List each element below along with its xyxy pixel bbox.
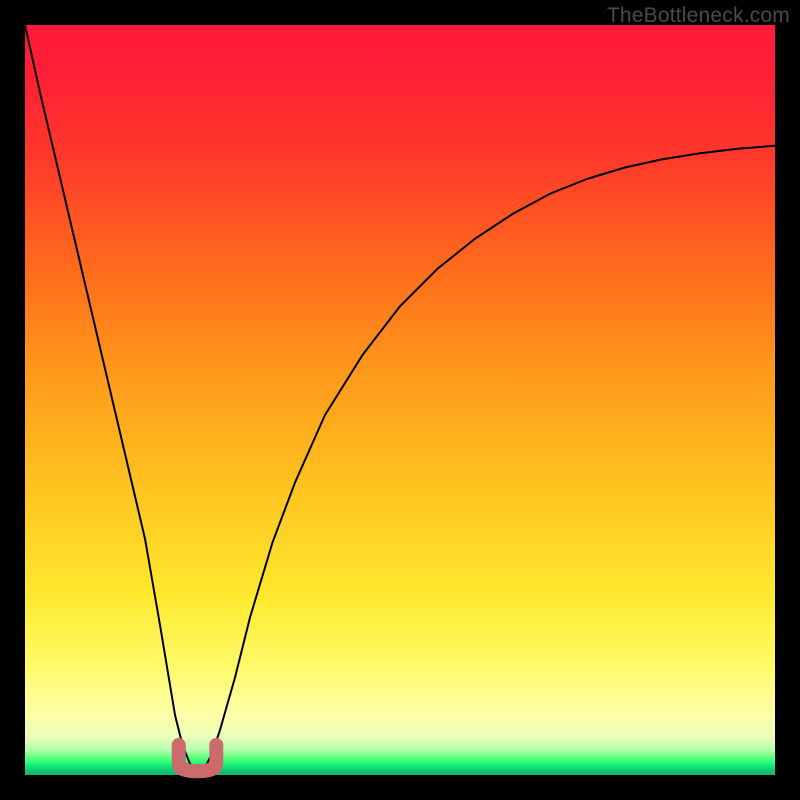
min-marker	[179, 745, 217, 771]
bottleneck-curve	[25, 25, 775, 771]
watermark-text: TheBottleneck.com	[607, 4, 790, 28]
curve-layer	[25, 25, 775, 775]
chart-frame: TheBottleneck.com	[0, 0, 800, 800]
